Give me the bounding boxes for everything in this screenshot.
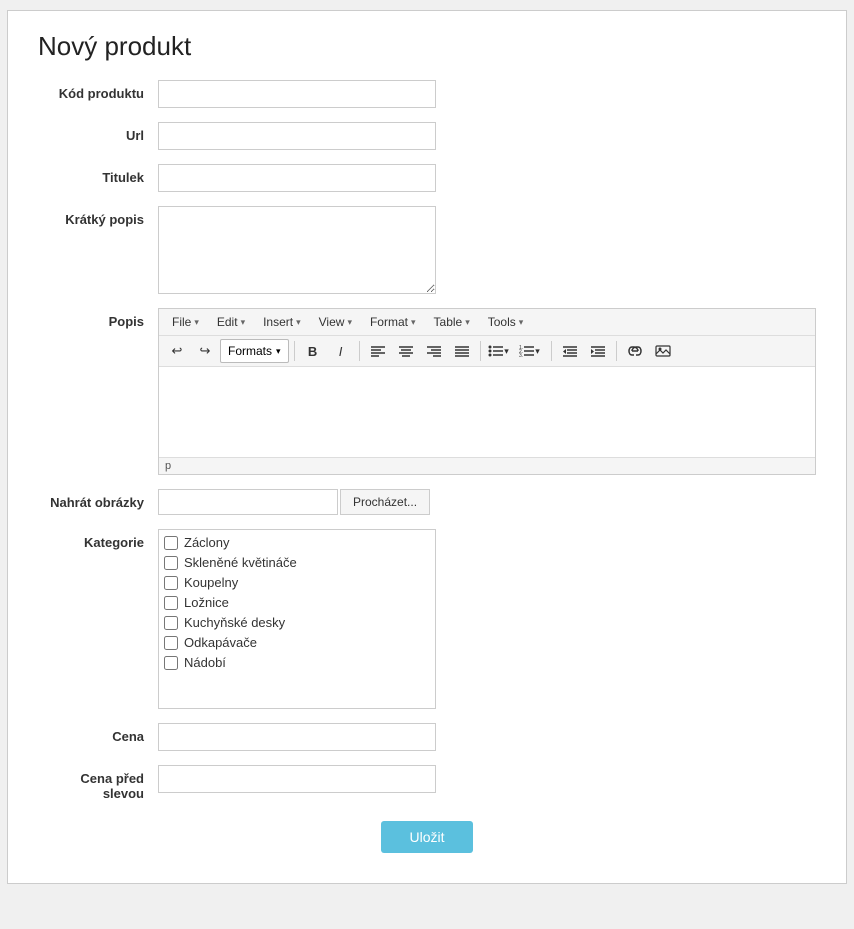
category-checkbox-cat3[interactable] (164, 576, 178, 590)
editor-menubar: File ▾ Edit ▾ Insert ▾ View ▾ Format ▾ (159, 309, 815, 336)
list-item: Koupelny (164, 575, 430, 590)
view-menu-arrow: ▾ (347, 317, 352, 328)
popis-label: Popis (38, 308, 158, 329)
file-input[interactable] (158, 489, 338, 515)
list-item: Záclony (164, 535, 430, 550)
popis-row: Popis File ▾ Edit ▾ Insert ▾ View ▾ (38, 308, 816, 475)
list-item: Odkapávače (164, 635, 430, 650)
editor-menu-format[interactable]: Format ▾ (362, 312, 424, 332)
cena-input[interactable]: 0,00 (158, 723, 436, 751)
kratky-popis-row: Krátký popis (38, 206, 816, 294)
editor-menu-tools[interactable]: Tools ▾ (480, 312, 532, 332)
category-checkbox-cat1[interactable] (164, 536, 178, 550)
list-item: Ložnice (164, 595, 430, 610)
kratky-popis-label: Krátký popis (38, 206, 158, 227)
cena-label: Cena (38, 723, 158, 744)
indent-button[interactable] (585, 339, 611, 363)
editor-body[interactable] (159, 367, 815, 457)
bold-button[interactable]: B (300, 339, 326, 363)
kategorie-label: Kategorie (38, 529, 158, 550)
separator-5 (616, 341, 617, 361)
page-title: Nový produkt (38, 31, 816, 62)
editor-toolbar: ↩ ↪ Formats ▾ B I (159, 336, 815, 367)
redo-button[interactable]: ↪ (192, 339, 218, 363)
insert-menu-arrow: ▾ (296, 317, 301, 328)
ordered-list-button[interactable]: 1.2.3. ▾ (514, 339, 546, 363)
category-checkbox-cat7[interactable] (164, 656, 178, 670)
separator-3 (480, 341, 481, 361)
edit-menu-arrow: ▾ (241, 317, 246, 328)
list-item: Skleněné květináče (164, 555, 430, 570)
titulek-row: Titulek (38, 164, 816, 192)
align-center-button[interactable] (393, 339, 419, 363)
justify-button[interactable] (449, 339, 475, 363)
editor-menu-file[interactable]: File ▾ (164, 312, 207, 332)
insert-image-button[interactable] (650, 339, 676, 363)
align-left-button[interactable] (365, 339, 391, 363)
category-checkbox-cat5[interactable] (164, 616, 178, 630)
category-label-cat6: Odkapávače (184, 635, 257, 650)
kratky-popis-textarea[interactable] (158, 206, 436, 294)
url-row: Url (38, 122, 816, 150)
category-checkbox-cat2[interactable] (164, 556, 178, 570)
editor-wrapper: File ▾ Edit ▾ Insert ▾ View ▾ Format ▾ (158, 308, 816, 475)
cena-pred-slevou-input[interactable] (158, 765, 436, 793)
category-list[interactable]: Záclony Skleněné květináče Koupelny Ložnice… (158, 529, 436, 709)
category-label-cat4: Ložnice (184, 595, 229, 610)
italic-button[interactable]: I (328, 339, 354, 363)
nahrat-obrazky-label: Nahrát obrázky (38, 489, 158, 510)
category-label-cat7: Nádobí (184, 655, 226, 670)
insert-link-button[interactable] (622, 339, 648, 363)
category-label-cat5: Kuchyňské desky (184, 615, 285, 630)
table-menu-arrow: ▾ (465, 317, 470, 328)
browse-button[interactable]: Procházet... (340, 489, 430, 515)
category-checkbox-cat6[interactable] (164, 636, 178, 650)
outdent-button[interactable] (557, 339, 583, 363)
format-menu-arrow: ▾ (411, 317, 416, 328)
kod-produktu-label: Kód produktu (38, 80, 158, 101)
editor-statusbar: p (159, 457, 815, 474)
file-menu-arrow: ▾ (194, 317, 199, 328)
editor-menu-view[interactable]: View ▾ (311, 312, 360, 332)
cena-row: Cena 0,00 (38, 723, 816, 751)
category-label-cat3: Koupelny (184, 575, 238, 590)
cena-pred-slevou-row: Cena před slevou (38, 765, 816, 801)
titulek-input[interactable] (158, 164, 436, 192)
kod-produktu-row: Kód produktu (38, 80, 816, 108)
kod-produktu-input[interactable] (158, 80, 436, 108)
titulek-label: Titulek (38, 164, 158, 185)
list-item: Kuchyňské desky (164, 615, 430, 630)
tools-menu-arrow: ▾ (519, 317, 524, 328)
category-checkbox-cat4[interactable] (164, 596, 178, 610)
editor-menu-insert[interactable]: Insert ▾ (255, 312, 309, 332)
nahrat-obrazky-row: Nahrát obrázky Procházet... (38, 489, 816, 515)
url-input[interactable] (158, 122, 436, 150)
editor-menu-table[interactable]: Table ▾ (426, 312, 478, 332)
separator-2 (359, 341, 360, 361)
cena-pred-slevou-label: Cena před slevou (38, 765, 158, 801)
btn-row: Uložit (38, 821, 816, 853)
unordered-list-button[interactable]: ▾ (486, 339, 512, 363)
category-label-cat2: Skleněné květináče (184, 555, 297, 570)
list-item: Nádobí (164, 655, 430, 670)
undo-button[interactable]: ↩ (164, 339, 190, 363)
save-button[interactable]: Uložit (381, 821, 472, 853)
editor-path: p (165, 460, 171, 472)
separator-4 (551, 341, 552, 361)
formats-arrow: ▾ (276, 346, 281, 357)
page-container: Nový produkt Kód produktu Url Titulek Kr… (7, 10, 847, 884)
separator-1 (294, 341, 295, 361)
editor-menu-edit[interactable]: Edit ▾ (209, 312, 253, 332)
svg-text:3.: 3. (519, 353, 523, 358)
formats-dropdown[interactable]: Formats ▾ (220, 339, 289, 363)
align-right-button[interactable] (421, 339, 447, 363)
url-label: Url (38, 122, 158, 143)
kategorie-row: Kategorie Záclony Skleněné květináče Koupe… (38, 529, 816, 709)
file-upload-wrapper: Procházet... (158, 489, 430, 515)
category-label-cat1: Záclony (184, 535, 230, 550)
